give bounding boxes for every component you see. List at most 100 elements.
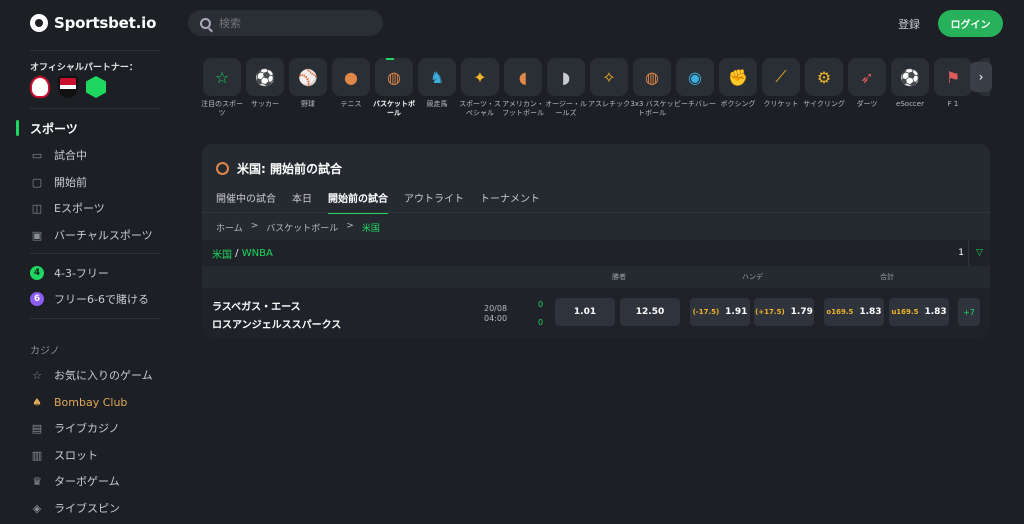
sidebar-item-label: スロット [54,449,98,462]
search-input[interactable] [219,16,369,30]
sport-item[interactable]: ⚽ eSoccer [888,58,932,109]
handicap-line: (+17.5) [755,308,785,316]
sport-item[interactable]: ✦ スポーツ・スペシャル [458,58,502,118]
login-button[interactable]: ログイン [938,10,1003,37]
breadcrumb-separator: > [250,221,259,231]
odds-over[interactable]: o169.5 1.83 [824,298,884,326]
casino-heading: カジノ [30,346,60,357]
promo-badge: 4 [30,266,44,280]
divider [30,50,160,51]
sport-icon: ➶ [848,58,886,96]
sidebar-item-label: ライブスピン [54,502,120,515]
partner-label: オフィシャルパートナー： [30,63,138,73]
sport-item[interactable]: ⚾ 野球 [286,58,330,109]
star-icon: ☆ [32,368,42,382]
sport-label: クリケット [763,100,799,108]
sidebar-item-esports[interactable]: ◫ Eスポーツ [30,197,105,219]
divider [202,212,990,213]
match-row[interactable]: ラスベガス・エース ロスアンジェルススパークス 20/08 04:00 0 0 … [202,288,990,338]
tab-live[interactable]: 開催中の試合 [216,190,276,214]
sport-item[interactable]: ✧ アスレチック [587,58,631,109]
sidebar-item-virtual[interactable]: ▣ バーチャルスポーツ [30,224,153,246]
sao-paulo-crest-icon[interactable] [58,76,78,98]
tab-upcoming[interactable]: 開始前の試合 [328,190,388,214]
tab-bar: 開催中の試合 本日 開始前の試合 アウトライト トーナメント [216,190,540,214]
carousel-next-button[interactable]: › [970,62,992,92]
sidebar-item-live[interactable]: ▭ 試合中 [30,144,87,166]
bus-icon: ▣ [31,228,43,242]
sidebar-item-slots[interactable]: ▥ スロット [30,444,98,466]
sport-icon: ✦ [461,58,499,96]
sidebar-item-favorites[interactable]: ☆ お気に入りのゲーム [30,364,153,386]
sidebar-item-label: ターボゲーム [54,475,120,488]
sport-icon: ✧ [590,58,628,96]
sport-item[interactable]: ⚽ サッカー [243,58,287,109]
sport-label: ボクシング [720,100,756,108]
league-country[interactable]: 米国 [212,246,232,261]
match-datetime: 20/08 04:00 [484,304,507,324]
sport-icon: ⚑ [934,58,972,96]
tab-today[interactable]: 本日 [292,190,312,214]
bombay-icon: ♠ [32,395,42,409]
sport-item[interactable]: ⚑ F 1 [931,58,975,109]
chevron-down-icon[interactable]: ▽ [968,240,990,266]
sport-item[interactable]: ◖ アメリカン・フットボール [501,58,545,118]
sidebar-promo-6-6[interactable]: 6 フリー6-6で賭ける [30,288,149,310]
sport-icon: ⚽ [891,58,929,96]
more-markets-button[interactable]: +7 [958,298,980,326]
league-name[interactable]: WNBA [242,248,273,259]
odds-away-win[interactable]: 12.50 [620,298,680,326]
league-separator: / [232,247,242,259]
sport-label: 注目のスポーツ [201,100,243,117]
sidebar-item-live-spin[interactable]: ◈ ライブスピン [30,497,120,519]
sport-item[interactable]: ♞ 競走馬 [415,58,459,109]
match-date: 20/08 [484,304,508,313]
column-header-total: 合計 [880,273,894,281]
tab-outrights[interactable]: アウトライト [404,190,464,214]
home-team[interactable]: ラスベガス・エース [212,298,301,313]
partner-badges [30,76,106,98]
sidebar-item-live-casino[interactable]: ▤ ライブカジノ [30,417,120,439]
sport-item[interactable]: ➶ ダーツ [845,58,889,109]
tab-tournaments[interactable]: トーナメント [480,190,540,214]
breadcrumb-home[interactable]: ホーム [216,221,243,234]
total-line: o169.5 [826,308,854,316]
calendar-icon: ▢ [31,175,43,189]
sport-item[interactable]: ◉ ビーチバレー [673,58,717,109]
sport-item[interactable]: ◗ オージー・ルールズ [544,58,588,118]
sport-item[interactable]: ◍ 3x3 バスケットボール [630,58,674,118]
breadcrumb-basketball[interactable]: バスケットボール [266,221,338,234]
odds-under[interactable]: u169.5 1.83 [889,298,949,326]
sport-icon: ☆ [203,58,241,96]
away-team[interactable]: ロスアンジェルススパークス [212,316,341,331]
odds-home-win[interactable]: 1.01 [555,298,615,326]
register-link[interactable]: 登録 [898,16,920,32]
odds-away-handicap[interactable]: (+17.5) 1.79 [754,298,814,326]
column-header-winner: 勝者 [612,273,626,281]
logo[interactable]: Sportsbet.io [30,12,156,34]
basketball-icon [216,162,229,175]
sport-item[interactable]: ⟋ クリケット [759,58,803,109]
sidebar-item-bombay[interactable]: ♠ Bombay Club [30,391,127,413]
divider [30,253,160,254]
sport-item[interactable]: ⚙ サイクリング [802,58,846,109]
search-bar[interactable] [188,10,383,36]
sport-label: 野球 [301,100,315,108]
sidebar-item-sports[interactable]: スポーツ [30,117,78,139]
sport-item[interactable]: ◍ バスケットボール [372,58,416,118]
partner-crest-icon[interactable] [86,76,106,98]
handicap-line: (-17.5) [692,308,720,316]
sport-item[interactable]: ✊ ボクシング [716,58,760,109]
sidebar-item-upcoming[interactable]: ▢ 開始前 [30,171,87,193]
odds-value: 1.01 [573,307,597,317]
sport-item[interactable]: ☆ 注目のスポーツ [200,58,244,118]
sidebar-promo-4-3[interactable]: 4 4-3-フリー [30,262,109,284]
southampton-crest-icon[interactable] [30,76,50,98]
promo-badge: 6 [30,292,44,306]
sport-label: アメリカン・フットボール [502,100,544,117]
league-header[interactable]: 米国 / WNBA 1 ▽ [202,240,990,266]
sidebar-item-turbo[interactable]: ♛ ターボゲーム [30,470,120,492]
sport-item[interactable]: ● テニス [329,58,373,109]
sport-icon: ◉ [676,58,714,96]
odds-home-handicap[interactable]: (-17.5) 1.91 [690,298,750,326]
